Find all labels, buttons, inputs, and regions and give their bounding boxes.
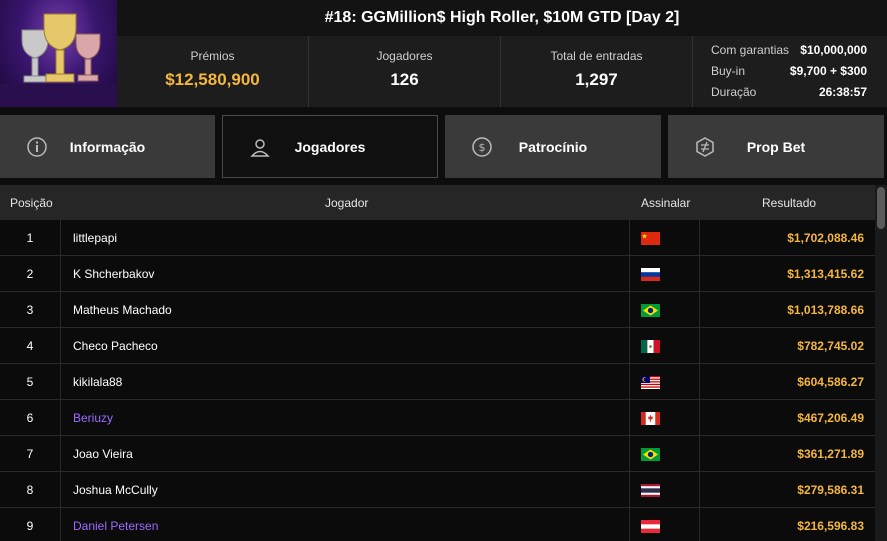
row-result: $361,271.89 [797,447,864,461]
guarantee-value: $10,000,000 [800,43,867,57]
row-player-name: K Shcherbakov [73,267,155,281]
prize-label: Prémios [190,49,235,63]
table-row[interactable]: 8 Joshua McCully $279,586.31 [0,472,875,508]
entries-stat: Total de entradas 1,297 [501,36,693,107]
row-result: $1,702,088.46 [787,231,864,245]
info-icon [27,137,47,157]
row-result: $1,313,415.62 [787,267,864,281]
canada-flag-icon [641,411,660,425]
row-player-name: Checo Pacheco [73,339,158,353]
players-value: 126 [390,70,419,89]
russia-flag-icon [641,267,660,281]
row-position: 6 [0,400,61,436]
table-row[interactable]: 4 Checo Pacheco $782,745.02 [0,328,875,364]
dollar-coin-icon: $ [472,137,492,157]
brazil-flag-icon [641,447,660,461]
row-position: 8 [0,472,61,508]
tab-patrocinio[interactable]: $ Patrocínio [445,115,661,178]
table-row[interactable]: 5 kikilala88 $604,586.27 [0,364,875,400]
row-flag [629,436,700,472]
row-flag [629,508,700,541]
tab-jogadores[interactable]: Jogadores [222,115,438,178]
table-row[interactable]: 2 K Shcherbakov $1,313,415.62 [0,256,875,292]
scrollbar-thumb[interactable] [877,187,885,229]
china-flag-icon [641,231,660,245]
row-position: 5 [0,364,61,400]
players-label: Jogadores [376,49,433,63]
buyin-row: Buy-in $9,700 + $300 [693,64,887,81]
row-result: $1,013,788.66 [787,303,864,317]
row-player-name: Joshua McCully [73,483,158,497]
row-flag [629,220,700,256]
row-position: 2 [0,256,61,292]
tournament-header: #18: GGMillion$ High Roller, $10M GTD [D… [0,0,887,107]
buyin-label: Buy-in [711,64,746,78]
prize-stat: Prémios $12,580,900 [117,36,309,107]
thailand-flag-icon [641,483,660,497]
table-row[interactable]: 9 Daniel Petersen $216,596.83 [0,508,875,541]
row-flag [629,400,700,436]
tournament-title: #18: GGMillion$ High Roller, $10M GTD [D… [117,0,887,36]
header-position: Posição [10,196,53,210]
table-row[interactable]: 7 Joao Vieira $361,271.89 [0,436,875,472]
guarantee-label: Com garantias [711,43,790,57]
header-flag: Assinalar [641,196,691,210]
tournament-stats: Prémios $12,580,900 Jogadores 126 Total … [117,36,887,107]
row-player-name: littlepapi [73,231,118,245]
row-player-name: Matheus Machado [73,303,172,317]
prop-bet-icon [696,137,714,157]
duration-row: Duração 26:38:57 [693,85,887,102]
row-position: 9 [0,508,61,541]
row-position: 4 [0,328,61,364]
row-flag [629,256,700,292]
table-row[interactable]: 3 Matheus Machado $1,013,788.66 [0,292,875,328]
row-result: $216,596.83 [797,519,864,533]
buyin-value: $9,700 + $300 [789,64,867,78]
players-stat: Jogadores 126 [309,36,501,107]
row-player-name[interactable]: Beriuzy [73,400,113,436]
malaysia-flag-icon [641,375,660,389]
prize-value: $12,580,900 [165,70,260,89]
row-flag [629,472,700,508]
row-result: $467,206.49 [797,411,864,425]
duration-value: 26:38:57 [818,85,867,99]
row-flag [629,292,700,328]
row-result: $604,586.27 [797,375,864,389]
tab-prop-bet[interactable]: Prop Bet [668,115,884,178]
tab-informacao[interactable]: Informação [0,115,215,178]
mexico-flag-icon [641,339,660,353]
results-table-header: Posição Jogador Assinalar Resultado [0,185,875,220]
table-row[interactable]: 6 Beriuzy $467,206.49 [0,400,875,436]
row-player-name: Joao Vieira [73,447,133,461]
entries-value: 1,297 [575,70,618,89]
row-position: 7 [0,436,61,472]
svg-text:$: $ [479,141,486,154]
row-result: $782,745.02 [797,339,864,353]
brazil-flag-icon [641,303,660,317]
row-flag [629,364,700,400]
tournament-details: Com garantias $10,000,000 Buy-in $9,700 … [693,36,887,107]
entries-label: Total de entradas [550,49,643,63]
austria-flag-icon [641,519,660,533]
row-position: 3 [0,292,61,328]
guarantee-row: Com garantias $10,000,000 [693,43,887,60]
tournament-trophy-image [0,0,117,107]
header-result: Resultado [762,196,817,210]
table-row[interactable]: 1 littlepapi $1,702,088.46 [0,220,875,256]
row-flag [629,328,700,364]
row-player-name: kikilala88 [73,375,123,389]
results-table-body: 1 littlepapi $1,702,088.46 2 K Shcherbakov $1… [0,220,875,541]
tab-bar: Informação Jogadores $ Patrocínio Prop B… [0,115,887,178]
row-position: 1 [0,220,61,256]
row-player-name[interactable]: Daniel Petersen [73,508,158,541]
user-icon [250,139,270,157]
duration-label: Duração [711,85,757,99]
table-scrollbar[interactable] [875,185,887,541]
header-player: Jogador [325,196,369,210]
row-result: $279,586.31 [797,483,864,497]
